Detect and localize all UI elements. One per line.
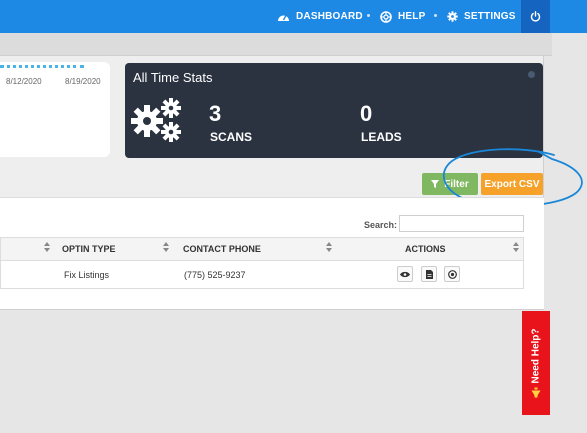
column-header-contact-phone[interactable]: CONTACT PHONE xyxy=(183,244,261,254)
nav-help[interactable]: HELP xyxy=(380,0,425,33)
sort-icon[interactable] xyxy=(513,242,519,252)
need-help-tab[interactable]: Need Help? xyxy=(522,311,550,415)
nav-help-label: HELP xyxy=(398,11,426,22)
nav-settings[interactable]: SETTINGS xyxy=(447,0,516,33)
sort-icon[interactable] xyxy=(44,242,50,252)
power-icon xyxy=(530,11,541,22)
dashboard-gauge-icon xyxy=(278,15,289,21)
info-icon[interactable] xyxy=(528,71,535,78)
scans-label: SCANS xyxy=(210,130,253,144)
column-header-optin-type[interactable]: OPTIN TYPE xyxy=(62,244,116,254)
sort-icon[interactable] xyxy=(163,242,169,252)
nav-separator xyxy=(434,14,437,17)
document-icon xyxy=(425,269,433,279)
eye-icon xyxy=(400,271,410,277)
search-label: Search: xyxy=(364,220,398,230)
need-help-label: Need Help? xyxy=(530,328,542,384)
scans-count: 3 xyxy=(209,101,222,126)
sub-header-bar xyxy=(0,33,552,56)
delete-button[interactable] xyxy=(444,266,460,282)
nav-separator xyxy=(367,14,370,17)
nav-dashboard-label: DASHBOARD xyxy=(296,11,363,22)
nav-settings-label: SETTINGS xyxy=(464,11,516,22)
nav-dashboard[interactable]: DASHBOARD xyxy=(277,0,363,33)
chart-x-tick-label: 8/12/2020 xyxy=(6,77,42,86)
megaphone-icon xyxy=(531,387,541,398)
column-header-actions: ACTIONS xyxy=(405,244,446,254)
view-button[interactable] xyxy=(397,266,413,282)
lifebuoy-icon xyxy=(380,10,392,23)
logout-button[interactable] xyxy=(521,0,550,33)
chart-x-tick-label: 8/19/2020 xyxy=(65,77,101,86)
sort-icon[interactable] xyxy=(326,242,332,252)
leads-count: 0 xyxy=(360,101,373,126)
chart-series-line xyxy=(0,65,84,68)
gear-icon xyxy=(447,11,458,22)
all-time-stats-card: All Time Stats 3 SCANS 0 LEADS xyxy=(125,63,543,158)
cell-contact-phone: (775) 525-9237 xyxy=(184,270,246,280)
need-help-content: Need Help? xyxy=(530,328,542,398)
stats-card-title: All Time Stats xyxy=(133,70,213,85)
funnel-icon xyxy=(431,180,440,188)
document-button[interactable] xyxy=(421,266,437,282)
leads-label: LEADS xyxy=(361,130,402,144)
gears-icon xyxy=(131,98,181,142)
cell-optin-type: Fix Listings xyxy=(64,270,110,280)
close-circle-icon xyxy=(447,269,457,279)
search-input[interactable] xyxy=(399,215,524,232)
